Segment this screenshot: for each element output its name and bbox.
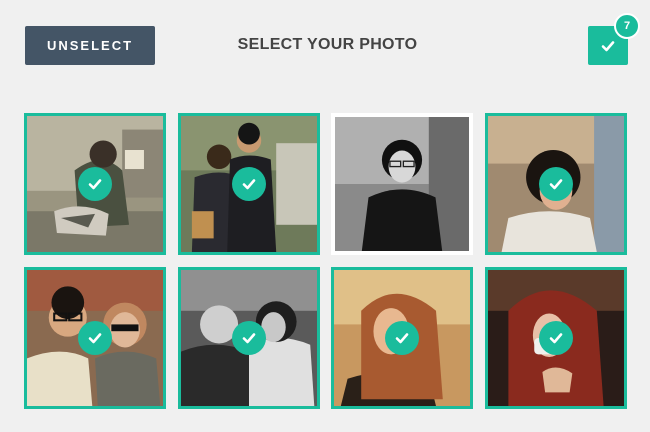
unselect-button[interactable]: UNSELECT [25, 26, 155, 65]
selected-check-icon [78, 321, 112, 355]
selected-check-icon [539, 321, 573, 355]
photo-image [335, 117, 469, 251]
selected-check-icon [539, 167, 573, 201]
photo-woman-red-hair-mask[interactable] [485, 267, 627, 409]
photo-woman-sitting-hat[interactable] [24, 113, 166, 255]
photo-woman-red-hair-laughing[interactable] [331, 267, 473, 409]
photo-two-men-street[interactable] [178, 113, 320, 255]
selected-check-icon [232, 321, 266, 355]
selected-check-icon [232, 167, 266, 201]
page-title: SELECT YOUR PHOTO [237, 36, 418, 53]
selected-check-icon [385, 321, 419, 355]
photo-woman-bob-dress[interactable] [485, 113, 627, 255]
selected-check-icon [78, 167, 112, 201]
checkmark-icon [601, 40, 615, 51]
selected-count-badge: 7 [614, 13, 640, 39]
photo-woman-bob-glasses[interactable] [331, 113, 473, 255]
photo-couple-sunglasses[interactable] [24, 267, 166, 409]
photo-two-women-laughing[interactable] [178, 267, 320, 409]
